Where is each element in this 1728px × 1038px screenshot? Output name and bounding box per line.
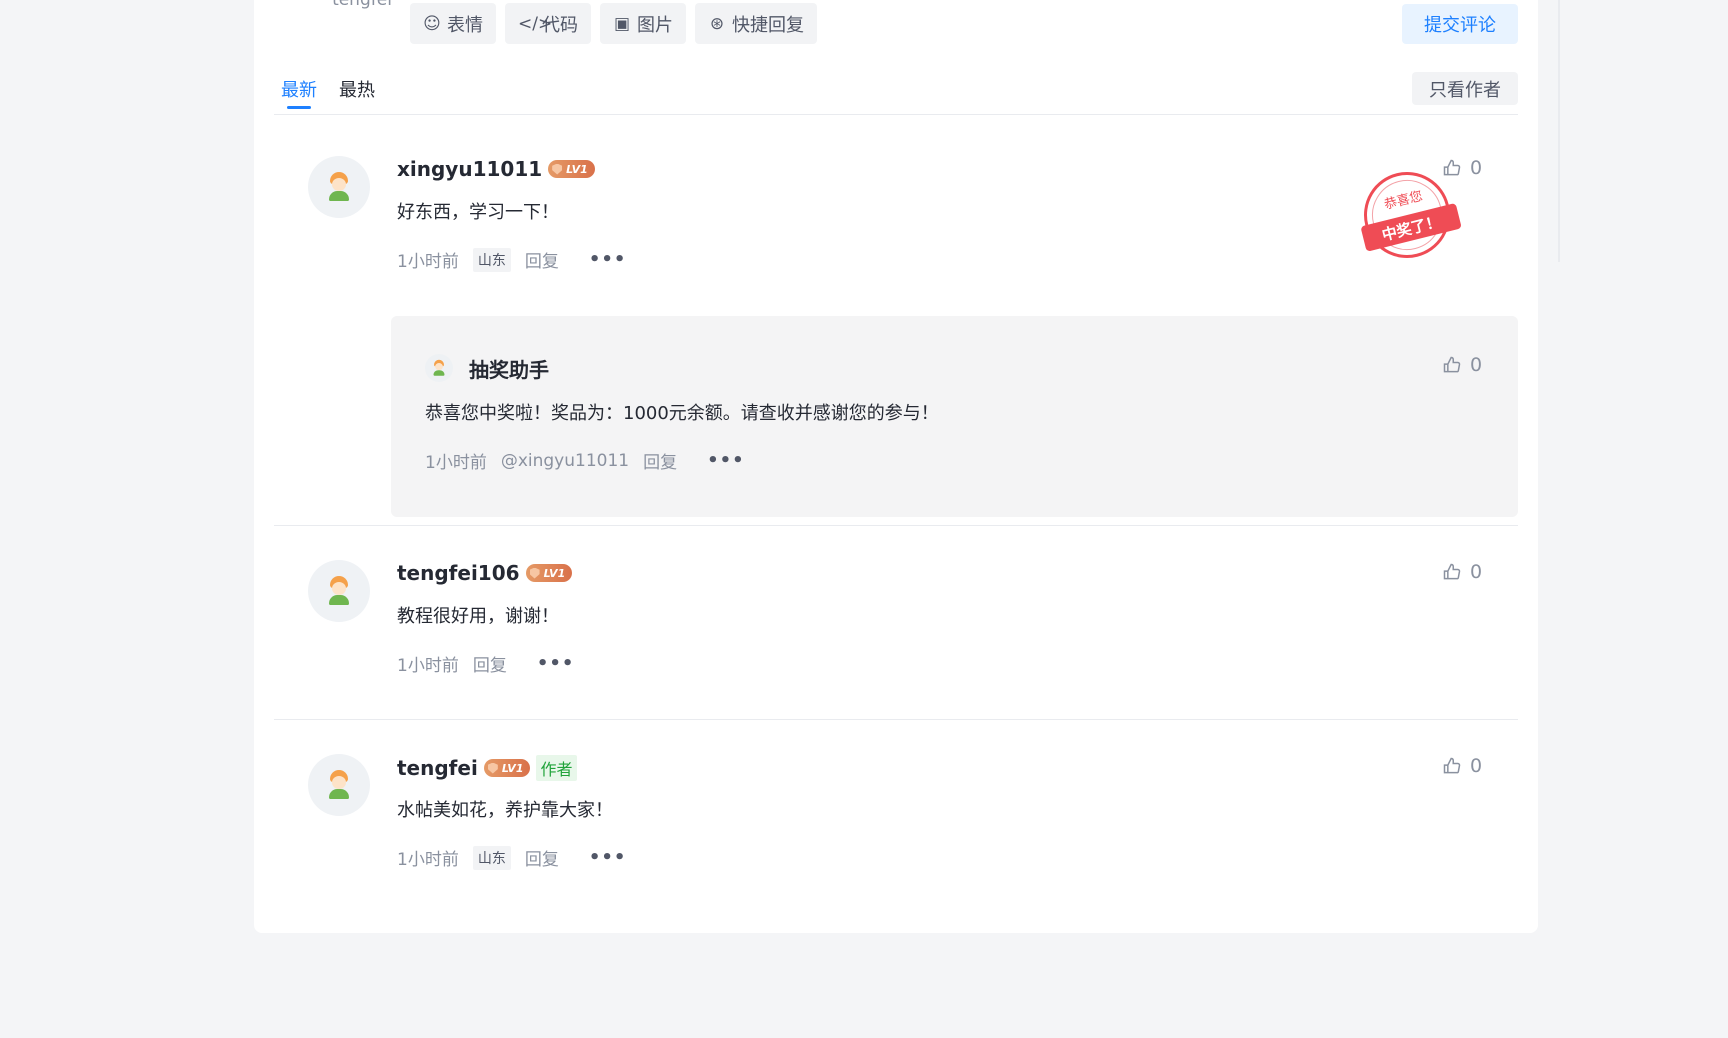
comment-text: 好东西，学习一下！ <box>397 202 559 223</box>
gem-icon <box>529 567 540 579</box>
emoji-icon: ☺ <box>423 13 441 34</box>
image-button[interactable]: ▣ 图片 <box>600 3 686 44</box>
thumbs-up-icon <box>1443 563 1461 580</box>
side-panel-edge <box>1558 0 1560 262</box>
avatar[interactable] <box>308 560 370 622</box>
code-icon: </> <box>518 13 553 34</box>
tab-hot[interactable]: 最热 <box>339 76 375 102</box>
divider <box>274 719 1518 720</box>
sort-tabs: 最新 最热 <box>281 76 375 109</box>
comment-username[interactable]: tengfei106 LV1 <box>397 561 573 585</box>
avatar-icon <box>327 770 351 800</box>
like-count: 0 <box>1470 561 1483 583</box>
reply-meta: 1小时前 @xingyu11011 回复 ••• <box>425 448 745 473</box>
region-badge: 山东 <box>472 247 511 272</box>
author-only-button[interactable]: 只看作者 <box>1412 72 1518 105</box>
username-text[interactable]: tengfei <box>397 756 478 780</box>
like-button[interactable]: 0 <box>1442 157 1482 179</box>
level-badge: LV1 <box>525 564 573 582</box>
thumbs-up-icon <box>1443 159 1461 176</box>
comment-text: 教程很好用，谢谢！ <box>397 606 559 627</box>
like-button[interactable]: 0 <box>1442 561 1482 583</box>
comment-card: tengfei ☺ 表情 </> 代码 ▣ 图片 ⊛ 快捷回复 提交评论 最新 … <box>254 0 1538 933</box>
reply-text: 恭喜您中奖啦！奖品为：1000元余额。请查收并感谢您的参与！ <box>425 403 939 424</box>
level-badge: LV1 <box>548 160 595 178</box>
comment-username[interactable]: xingyu11011 LV1 <box>397 157 595 181</box>
reply-button[interactable]: 回复 <box>643 448 677 473</box>
image-icon: ▣ <box>613 13 631 34</box>
comment-text: 水帖美如花，养护靠大家！ <box>397 800 613 821</box>
emoji-button[interactable]: ☺ 表情 <box>410 3 496 44</box>
comment-time: 1小时前 <box>397 656 459 676</box>
comment-time: 1小时前 <box>397 252 459 272</box>
like-button[interactable]: 0 <box>1442 354 1482 376</box>
code-button[interactable]: </> 代码 <box>505 3 591 44</box>
quick-reply-button[interactable]: ⊛ 快捷回复 <box>695 3 817 44</box>
divider <box>274 114 1518 115</box>
comment-meta: 1小时前 山东 回复 ••• <box>397 247 626 272</box>
comment-meta: 1小时前 山东 回复 ••• <box>397 845 626 870</box>
more-icon[interactable]: ••• <box>537 653 575 674</box>
quick-reply-label: 快捷回复 <box>732 14 804 36</box>
sub-reply: 抽奖助手 恭喜您中奖啦！奖品为：1000元余额。请查收并感谢您的参与！ 1小时前… <box>391 316 1518 517</box>
username-text[interactable]: xingyu11011 <box>397 157 542 181</box>
like-count: 0 <box>1470 354 1483 376</box>
level-text: LV1 <box>501 761 524 775</box>
code-label: 代码 <box>542 14 578 36</box>
like-count: 0 <box>1470 755 1483 777</box>
image-label: 图片 <box>637 14 673 36</box>
reply-time: 1小时前 <box>425 453 487 473</box>
current-user-name: tengfei <box>332 0 392 10</box>
gem-icon <box>487 762 498 774</box>
divider <box>274 525 1518 526</box>
level-text: LV1 <box>566 162 588 176</box>
submit-comment-button[interactable]: 提交评论 <box>1402 4 1518 44</box>
reply-mention[interactable]: @xingyu11011 <box>501 451 629 471</box>
more-icon[interactable]: ••• <box>589 249 627 270</box>
thumbs-up-icon <box>1443 757 1461 774</box>
like-count: 0 <box>1470 157 1483 179</box>
avatar-icon <box>432 359 445 377</box>
level-text: LV1 <box>543 566 566 580</box>
more-icon[interactable]: ••• <box>589 847 627 868</box>
more-icon[interactable]: ••• <box>707 450 745 471</box>
reply-button[interactable]: 回复 <box>525 247 559 272</box>
region-badge: 山东 <box>472 845 511 870</box>
emoji-label: 表情 <box>447 14 483 36</box>
avatar-icon <box>327 172 351 202</box>
editor-toolbar: ☺ 表情 </> 代码 ▣ 图片 ⊛ 快捷回复 <box>410 3 817 44</box>
avatar[interactable] <box>425 354 453 382</box>
reply-username[interactable]: 抽奖助手 <box>469 354 549 383</box>
like-button[interactable]: 0 <box>1442 755 1482 777</box>
comment-username[interactable]: tengfei LV1 作者 <box>397 755 577 781</box>
reply-button[interactable]: 回复 <box>525 845 559 870</box>
quick-reply-icon: ⊛ <box>709 13 725 34</box>
level-badge: LV1 <box>483 759 531 777</box>
username-text[interactable]: tengfei106 <box>397 561 520 585</box>
author-tag: 作者 <box>536 755 577 781</box>
gem-icon <box>552 163 563 175</box>
avatar[interactable] <box>308 156 370 218</box>
comment-meta: 1小时前 回复 ••• <box>397 651 574 676</box>
comment-time: 1小时前 <box>397 850 459 870</box>
avatar-icon <box>327 576 351 606</box>
avatar[interactable] <box>308 754 370 816</box>
reply-button[interactable]: 回复 <box>473 651 507 676</box>
thumbs-up-icon <box>1443 356 1461 373</box>
tab-latest[interactable]: 最新 <box>281 76 317 109</box>
